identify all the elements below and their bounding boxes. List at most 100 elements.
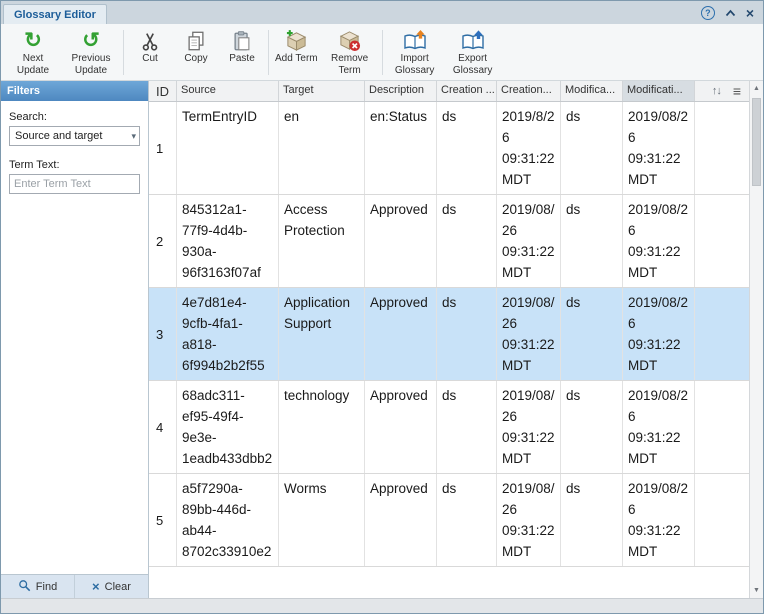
glossary-table: ID Source Target Description Creation ..… <box>149 81 763 598</box>
toolbar-separator <box>123 30 124 75</box>
glossary-grid: ID Source Target Description Creation ..… <box>149 81 749 598</box>
cell-creation-date: 2019/08/26 09:31:22 MDT <box>497 195 561 287</box>
window-bottom-strip <box>1 598 763 613</box>
table-row-selected[interactable]: 3 4e7d81e4-9cfb-4fa1-a818-6f994b2b2f55 A… <box>149 288 749 381</box>
cell-modification-date: 2019/08/26 09:31:22 MDT <box>623 195 695 287</box>
table-row[interactable]: 5 a5f7290a-89bb-446d-ab44-8702c33910e2 W… <box>149 474 749 567</box>
remove-term-label: Remove Term <box>324 53 376 77</box>
column-header-source[interactable]: Source <box>177 81 279 101</box>
cell-modification-user: ds <box>561 381 623 473</box>
search-label: Search: <box>9 111 140 123</box>
cell-target: en <box>279 102 365 194</box>
cell-source: 4e7d81e4-9cfb-4fa1-a818-6f994b2b2f55 <box>177 288 279 380</box>
find-button[interactable]: Find <box>1 575 75 598</box>
column-header-id[interactable]: ID <box>149 81 177 101</box>
find-label: Find <box>36 581 57 593</box>
table-row[interactable]: 1 TermEntryID en en:Status ds 2019/8/26 … <box>149 102 749 195</box>
copy-icon <box>185 28 207 53</box>
help-icon[interactable]: ? <box>701 6 715 20</box>
search-scope-value: Source and target <box>15 130 102 142</box>
scrollbar-thumb[interactable] <box>752 98 761 186</box>
cut-label: Cut <box>142 53 158 65</box>
cell-modification-user: ds <box>561 474 623 566</box>
cell-id: 1 <box>149 102 177 194</box>
scissors-icon <box>139 28 161 53</box>
sort-down-arrow: ↓ <box>716 85 721 97</box>
cell-creation-date: 2019/08/26 09:31:22 MDT <box>497 474 561 566</box>
clear-button[interactable]: × Clear <box>75 575 148 598</box>
titlebar-icons: ? × <box>701 4 763 22</box>
scroll-down-arrow-icon[interactable]: ▼ <box>750 583 763 598</box>
cell-description: en:Status <box>365 102 437 194</box>
vertical-scrollbar[interactable]: ▲ ▼ <box>749 81 763 598</box>
cell-modification-user: ds <box>561 102 623 194</box>
scroll-up-arrow-icon[interactable]: ▲ <box>750 81 763 96</box>
import-glossary-label: Import Glossary <box>389 53 441 77</box>
filters-panel: Filters Search: Source and target ▾ Term… <box>1 81 149 598</box>
cell-description: Approved <box>365 381 437 473</box>
paste-button[interactable]: Paste <box>219 26 265 79</box>
column-menu-icon[interactable]: ≡ <box>733 84 741 98</box>
previous-update-button[interactable]: ↺ Previous Update <box>62 26 120 79</box>
add-term-button[interactable]: Add Term <box>272 26 321 79</box>
chevron-down-icon: ▾ <box>131 131 136 142</box>
cell-id: 2 <box>149 195 177 287</box>
table-row[interactable]: 2 845312a1-77f9-4d4b-930a-96f3163f07af A… <box>149 195 749 288</box>
remove-term-button[interactable]: Remove Term <box>321 26 379 79</box>
tab-glossary-editor[interactable]: Glossary Editor <box>3 4 107 24</box>
column-header-modification-date[interactable]: Modificati... <box>623 81 695 101</box>
cell-source: 68adc311-ef95-49f4-9e3e-1eadb433dbb2 <box>177 381 279 473</box>
cell-empty <box>695 195 749 287</box>
cell-target: Worms <box>279 474 365 566</box>
cell-modification-date: 2019/08/26 09:31:22 MDT <box>623 381 695 473</box>
export-glossary-button[interactable]: Export Glossary <box>444 26 502 79</box>
search-scope-select[interactable]: Source and target ▾ <box>9 126 140 146</box>
import-glossary-button[interactable]: Import Glossary <box>386 26 444 79</box>
add-term-label: Add Term <box>275 53 318 65</box>
refresh-cw-icon: ↻ <box>24 30 42 51</box>
column-header-tools: ↑ ↓ ≡ <box>695 81 749 101</box>
main-content: Filters Search: Source and target ▾ Term… <box>1 81 763 598</box>
magnifier-icon <box>18 579 31 595</box>
export-glossary-label: Export Glossary <box>447 53 499 77</box>
cell-creation-user: ds <box>437 474 497 566</box>
cell-empty <box>695 474 749 566</box>
column-header-creation-user[interactable]: Creation ... <box>437 81 497 101</box>
cut-button[interactable]: Cut <box>127 26 173 79</box>
cell-creation-user: ds <box>437 381 497 473</box>
cell-description: Approved <box>365 474 437 566</box>
table-row[interactable]: 4 68adc311-ef95-49f4-9e3e-1eadb433dbb2 t… <box>149 381 749 474</box>
column-header-target[interactable]: Target <box>279 81 365 101</box>
column-header-creation-date[interactable]: Creation... <box>497 81 561 101</box>
cell-target: Access Protection <box>279 195 365 287</box>
export-book-icon <box>461 28 485 53</box>
clear-label: Clear <box>105 581 131 593</box>
document-tab-bar: Glossary Editor ? × <box>1 1 763 24</box>
column-header-modification-user[interactable]: Modifica... <box>561 81 623 101</box>
close-icon[interactable]: × <box>746 6 754 20</box>
next-update-button[interactable]: ↻ Next Update <box>4 26 62 79</box>
cell-id: 4 <box>149 381 177 473</box>
remove-term-cube-icon <box>338 28 361 53</box>
refresh-ccw-icon: ↺ <box>82 30 100 51</box>
scrollbar-track[interactable] <box>750 96 763 583</box>
cell-creation-date: 2019/8/26 09:31:22 MDT <box>497 102 561 194</box>
toolbar-separator <box>382 30 383 75</box>
cell-modification-date: 2019/08/26 09:31:22 MDT <box>623 102 695 194</box>
cell-id: 3 <box>149 288 177 380</box>
toolbar: ↻ Next Update ↺ Previous Update Cut <box>1 24 763 81</box>
sort-icon[interactable]: ↑ ↓ <box>712 85 721 97</box>
filters-footer: Find × Clear <box>1 574 148 598</box>
term-text-input[interactable] <box>9 174 140 194</box>
collapse-ribbon-icon[interactable] <box>725 4 736 22</box>
cell-id: 5 <box>149 474 177 566</box>
previous-update-label: Previous Update <box>65 53 117 77</box>
column-header-description[interactable]: Description <box>365 81 437 101</box>
cell-creation-user: ds <box>437 195 497 287</box>
copy-button[interactable]: Copy <box>173 26 219 79</box>
filters-body: Search: Source and target ▾ Term Text: <box>1 101 148 574</box>
next-update-label: Next Update <box>7 53 59 77</box>
cell-description: Approved <box>365 195 437 287</box>
cell-source: a5f7290a-89bb-446d-ab44-8702c33910e2 <box>177 474 279 566</box>
paste-icon <box>231 28 253 53</box>
